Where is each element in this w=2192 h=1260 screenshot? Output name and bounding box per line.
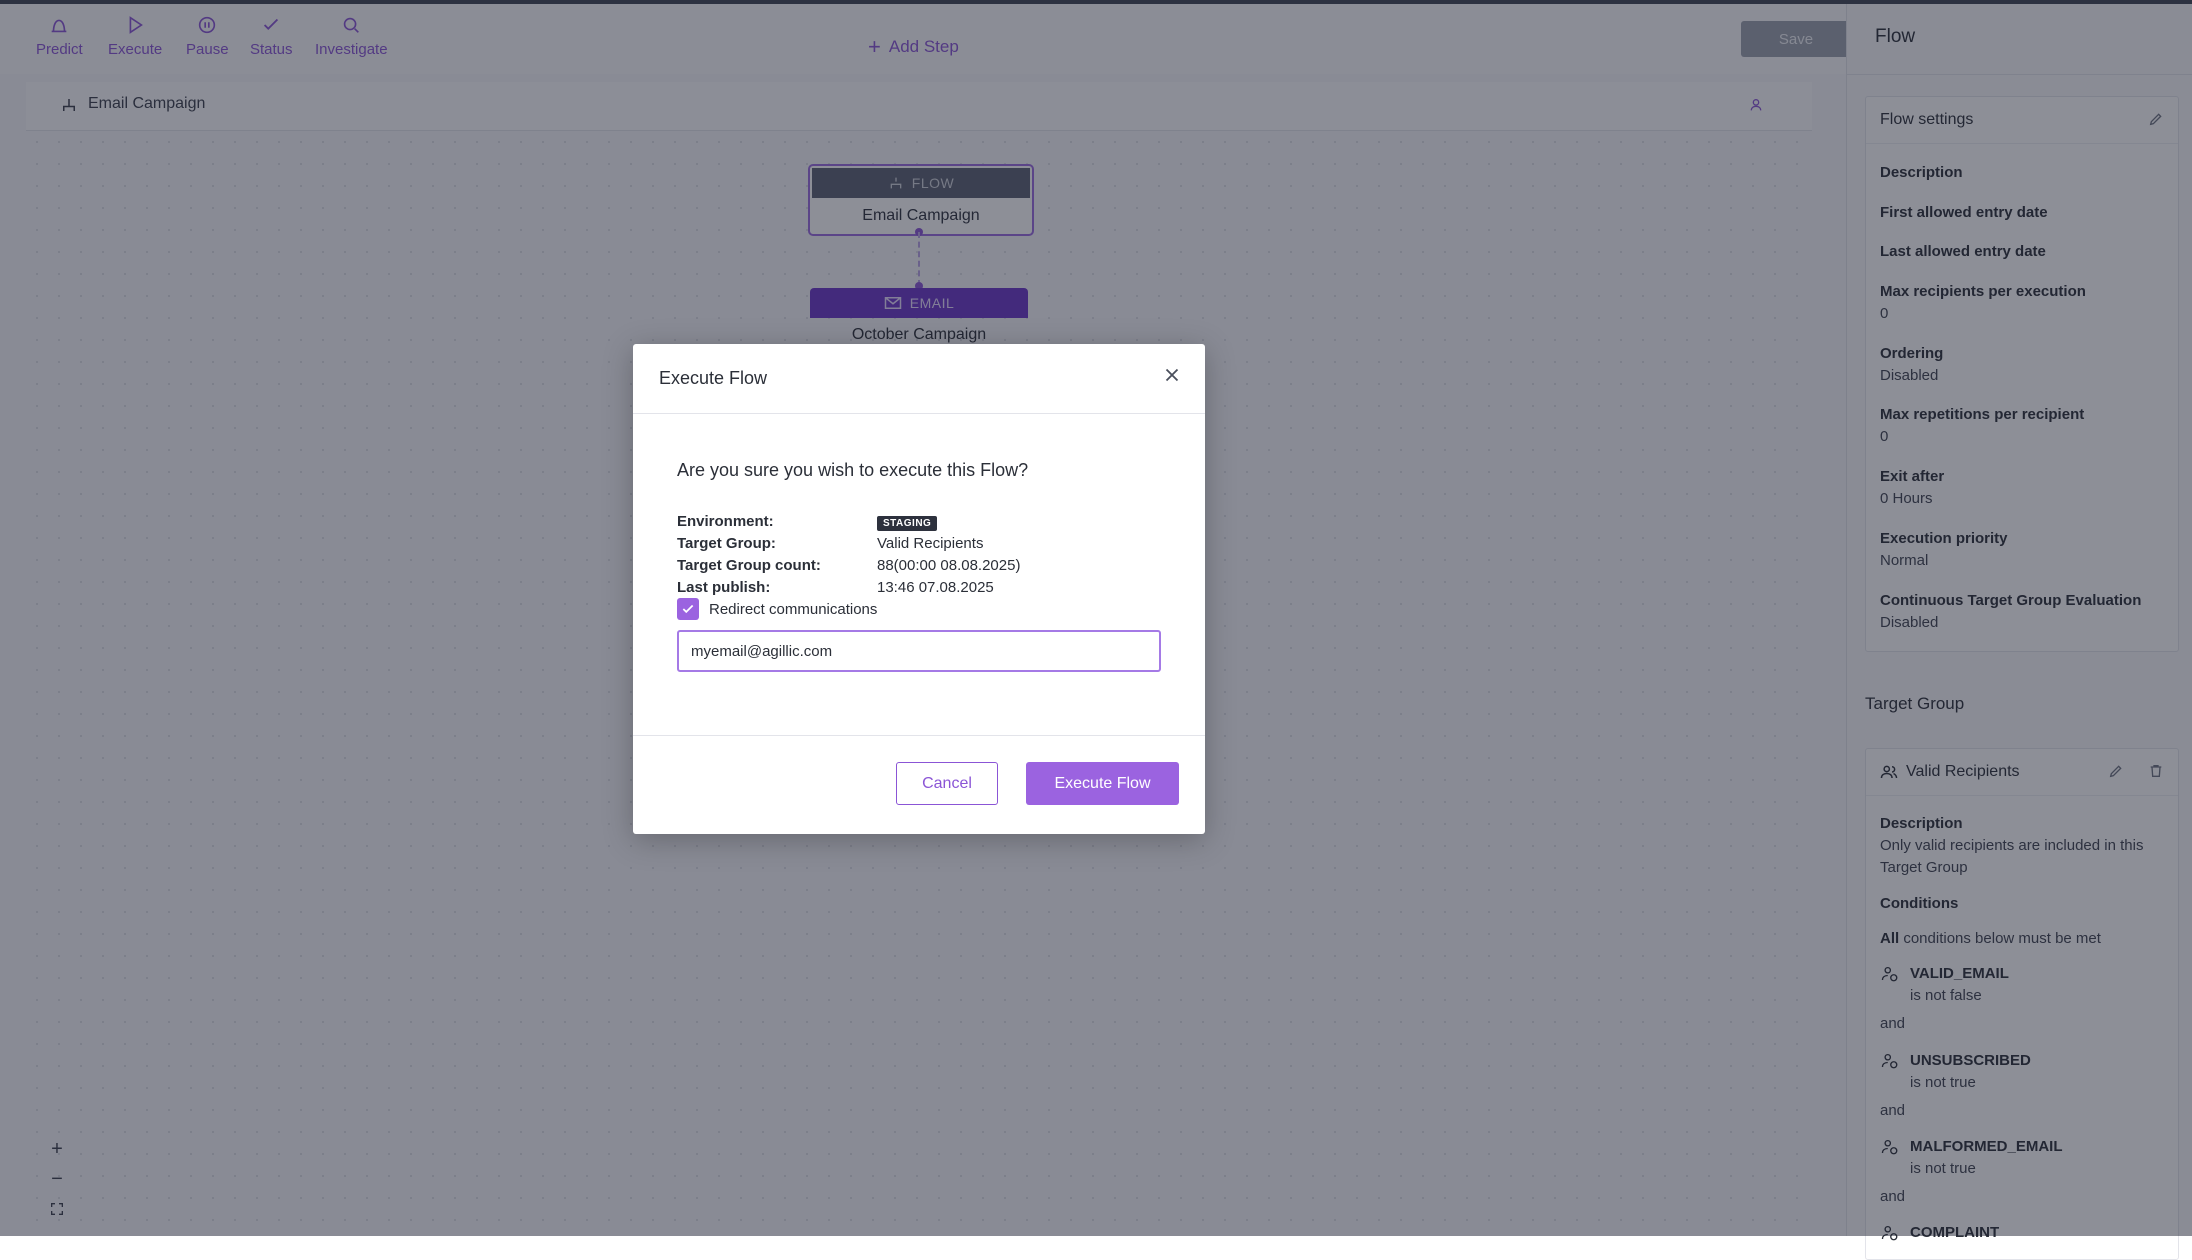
cancel-button[interactable]: Cancel — [896, 762, 998, 805]
redirect-label: Redirect communications — [709, 600, 878, 618]
divider — [633, 735, 1205, 736]
checkbox-checked[interactable] — [677, 598, 699, 620]
environment-badge: STAGING — [877, 516, 938, 531]
confirm-question: Are you sure you wish to execute this Fl… — [677, 460, 1029, 480]
redirect-checkbox[interactable]: Redirect communications — [677, 598, 877, 620]
close-icon[interactable] — [1161, 364, 1183, 386]
check-icon — [682, 604, 694, 614]
dialog-title: Execute Flow — [659, 368, 768, 388]
redirect-email-input[interactable] — [677, 630, 1161, 672]
divider — [633, 413, 1205, 414]
execute-flow-dialog: Execute Flow Are you sure you wish to ex… — [633, 344, 1205, 834]
execute-flow-button[interactable]: Execute Flow — [1026, 762, 1179, 805]
